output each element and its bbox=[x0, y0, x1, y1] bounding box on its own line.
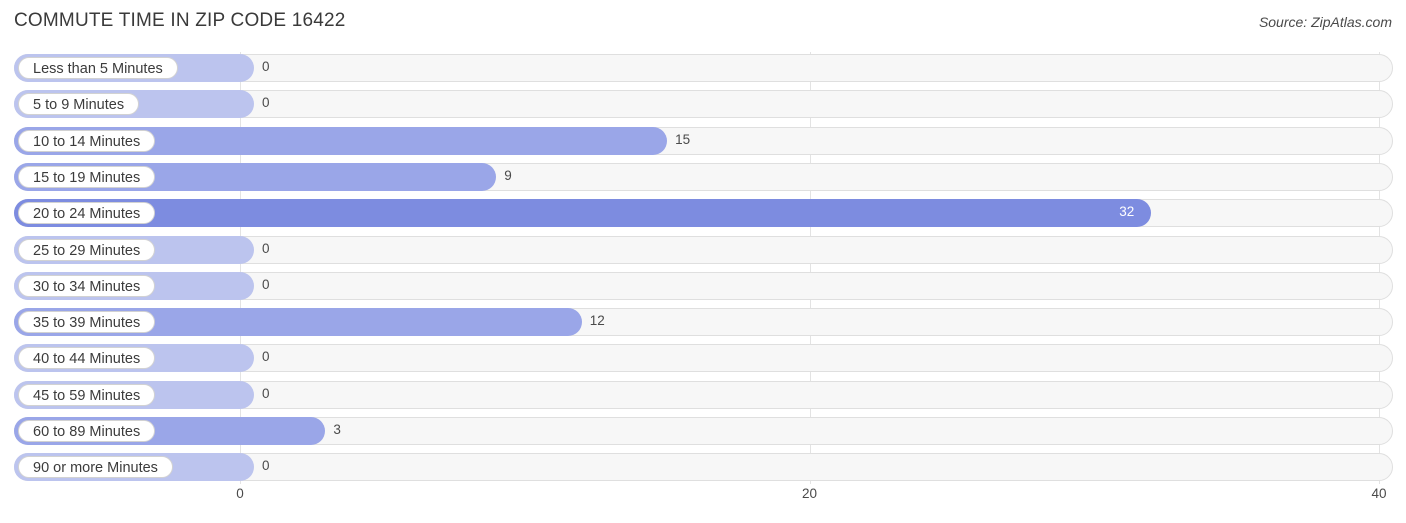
bar-value-label: 3 bbox=[333, 422, 341, 437]
category-label: 30 to 34 Minutes bbox=[18, 274, 156, 297]
x-tick-0: 0 bbox=[236, 486, 244, 501]
bar-row: 30 to 34 Minutes 0 bbox=[14, 271, 1393, 300]
bar-row: 20 to 24 Minutes 32 bbox=[14, 199, 1393, 228]
x-tick-20: 20 bbox=[801, 486, 818, 501]
plot-area: Less than 5 Minutes 0 5 to 9 Minutes 0 10 to… bbox=[14, 52, 1393, 484]
category-label: 60 to 89 Minutes bbox=[18, 420, 156, 442]
x-axis: 0 20 40 bbox=[14, 486, 1393, 510]
bar-row: 90 or more Minutes 0 bbox=[14, 453, 1393, 482]
bar-value-label: 0 bbox=[262, 385, 270, 401]
category-label: Less than 5 Minutes bbox=[18, 57, 178, 79]
category-label: 20 to 24 Minutes bbox=[18, 202, 156, 225]
bar-row: 45 to 59 Minutes 0 bbox=[14, 380, 1393, 409]
category-label: 15 to 19 Minutes bbox=[18, 165, 156, 188]
bar-row: 40 to 44 Minutes 0 bbox=[14, 344, 1393, 373]
bar-row: Less than 5 Minutes 0 bbox=[14, 54, 1393, 82]
bar-row: 35 to 39 Minutes 12 bbox=[14, 308, 1393, 337]
bar-value-label: 32 bbox=[1119, 204, 1135, 220]
bar[interactable] bbox=[14, 199, 1152, 228]
bar-value-label: 0 bbox=[262, 276, 270, 292]
x-tick-40: 40 bbox=[1371, 486, 1387, 501]
bar-row: 25 to 29 Minutes 0 bbox=[14, 235, 1393, 264]
bar-value-label: 0 bbox=[262, 349, 270, 365]
category-label: 45 to 59 Minutes bbox=[18, 383, 156, 406]
bar-value-label: 0 bbox=[262, 240, 270, 256]
category-label: 35 to 39 Minutes bbox=[18, 311, 156, 334]
bar-value-label: 9 bbox=[504, 167, 512, 183]
bar-value-label: 12 bbox=[589, 313, 605, 329]
category-label: 25 to 29 Minutes bbox=[18, 238, 156, 261]
bar-row: 10 to 14 Minutes 15 bbox=[14, 126, 1393, 155]
category-label: 10 to 14 Minutes bbox=[18, 129, 156, 152]
bar-value-label: 0 bbox=[262, 458, 270, 474]
bar-row: 15 to 19 Minutes 9 bbox=[14, 162, 1393, 191]
bar-row: 60 to 89 Minutes 3 bbox=[14, 417, 1393, 445]
bar-value-label: 0 bbox=[262, 95, 270, 111]
bar-rows: Less than 5 Minutes 0 5 to 9 Minutes 0 10 to… bbox=[14, 52, 1393, 484]
category-label: 90 or more Minutes bbox=[18, 456, 173, 479]
bar-value-label: 15 bbox=[675, 131, 691, 147]
bar-row: 5 to 9 Minutes 0 bbox=[14, 90, 1393, 119]
category-label: 5 to 9 Minutes bbox=[18, 93, 140, 116]
page-title: COMMUTE TIME IN ZIP CODE 16422 bbox=[14, 10, 346, 31]
category-label: 40 to 44 Minutes bbox=[18, 347, 156, 370]
bar-value-label: 0 bbox=[262, 59, 270, 74]
source-label: Source: ZipAtlas.com bbox=[1258, 14, 1392, 30]
chart-container: COMMUTE TIME IN ZIP CODE 16422 Source: Z… bbox=[0, 0, 1406, 523]
